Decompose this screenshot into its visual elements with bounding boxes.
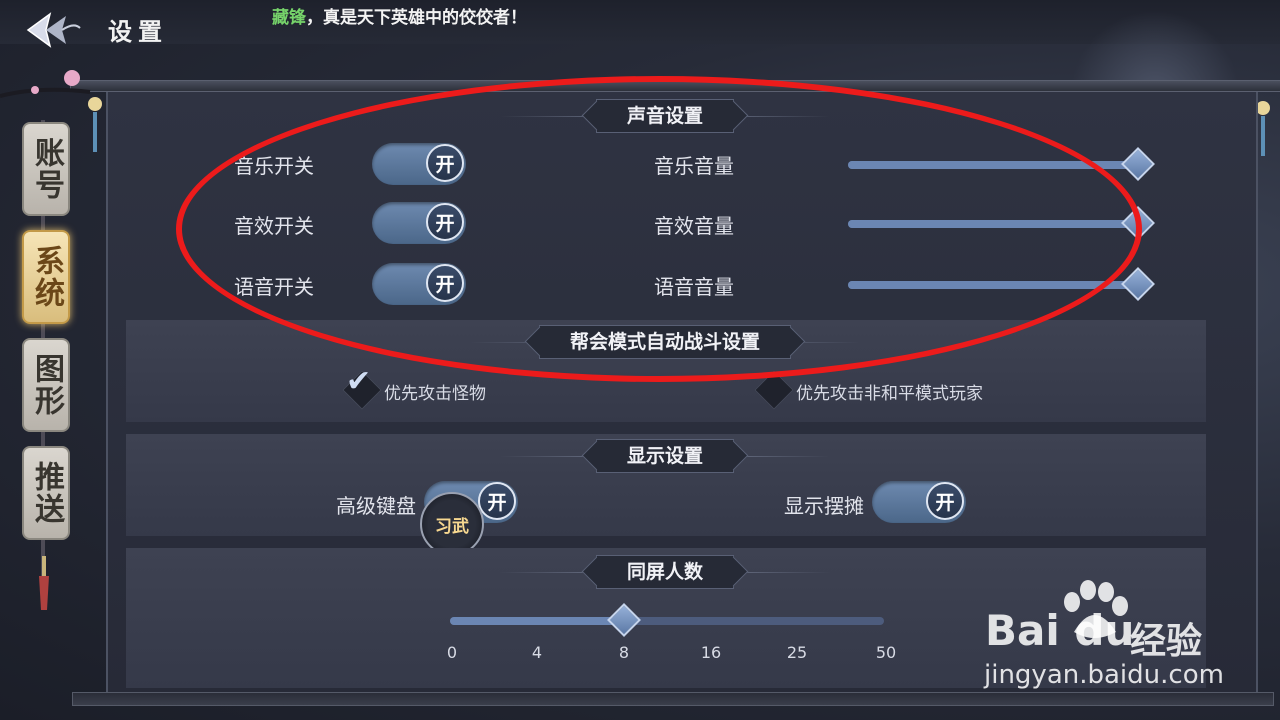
ticker-speaker: 藏锋	[272, 8, 306, 28]
same-screen-header: 同屏人数	[490, 555, 840, 589]
show-stall-label: 显示摆摊	[784, 494, 864, 518]
slider-fill	[848, 220, 1138, 228]
checkmark-icon: ✔	[346, 364, 372, 399]
tick-label: 50	[875, 643, 897, 662]
voice-volume-slider[interactable]	[848, 267, 1155, 301]
top-bar: 设置 藏锋，真是天下英雄中的佼佼者！	[0, 0, 1280, 48]
attack-monsters-label: 优先攻击怪物	[384, 384, 486, 404]
tick-label: 0	[446, 643, 458, 662]
tick-label: 16	[700, 643, 722, 662]
music-volume-label: 音乐音量	[654, 154, 734, 178]
music-volume-slider[interactable]	[848, 147, 1155, 181]
show-stall-toggle[interactable]: 开	[872, 481, 966, 523]
toggle-knob: 开	[426, 144, 464, 182]
plum-branch-icon	[0, 70, 91, 98]
tick-label: 4	[531, 643, 543, 662]
scroll-bottom-rod	[72, 692, 1274, 706]
voice-volume-label: 语音音量	[654, 275, 734, 299]
music-toggle[interactable]: 开	[372, 143, 466, 185]
toggle-knob: 开	[426, 203, 464, 241]
tick-label: 8	[618, 643, 630, 662]
voice-toggle-label: 语音开关	[234, 275, 314, 299]
guild-battle-header: 帮会模式自动战斗设置	[480, 325, 850, 359]
attack-non-peace-players-label: 优先攻击非和平模式玩家	[796, 384, 983, 404]
toggle-knob: 开	[478, 482, 516, 520]
voice-toggle[interactable]: 开	[372, 263, 466, 305]
tab-graphics[interactable]: 图形	[22, 338, 70, 432]
toggle-knob: 开	[926, 482, 964, 520]
section-title: 帮会模式自动战斗设置	[538, 325, 791, 359]
watermark-suffix: 经验	[1130, 621, 1203, 662]
slider-fill	[848, 161, 1138, 169]
section-title: 显示设置	[595, 439, 734, 473]
advanced-keyboard-label: 高级键盘	[336, 494, 416, 518]
sfx-toggle-label: 音效开关	[234, 214, 314, 238]
sfx-volume-slider[interactable]	[848, 206, 1155, 240]
section-title: 声音设置	[595, 99, 734, 133]
tab-push[interactable]: 推送	[22, 446, 70, 540]
tab-account[interactable]: 账号	[22, 122, 70, 216]
scroll-top-rod	[70, 80, 1280, 92]
slider-fill	[450, 617, 624, 625]
section-title: 同屏人数	[595, 555, 734, 589]
slider-fill	[848, 281, 1138, 289]
display-settings-header: 显示设置	[490, 439, 840, 473]
watermark-url: jingyan.baidu.com	[984, 660, 1224, 690]
back-arrow-icon[interactable]	[22, 10, 82, 50]
tick-label: 25	[786, 643, 808, 662]
tab-system[interactable]: 系统	[22, 230, 70, 324]
tab-tassel-icon	[39, 556, 49, 610]
sound-settings-header: 声音设置	[490, 99, 840, 133]
sfx-toggle[interactable]: 开	[372, 202, 466, 244]
martial-arts-floating-button[interactable]: 习武	[420, 492, 484, 556]
page-title: 设置	[108, 17, 168, 46]
same-screen-count-slider[interactable]	[450, 603, 884, 637]
music-toggle-label: 音乐开关	[234, 154, 314, 178]
ticker-message: ，真是天下英雄中的佼佼者！	[306, 8, 527, 28]
watermark-brand: Bai du	[985, 606, 1135, 655]
sfx-volume-label: 音效音量	[654, 214, 734, 238]
toggle-knob: 开	[426, 264, 464, 302]
broadcast-ticker: 藏锋，真是天下英雄中的佼佼者！	[272, 3, 527, 28]
